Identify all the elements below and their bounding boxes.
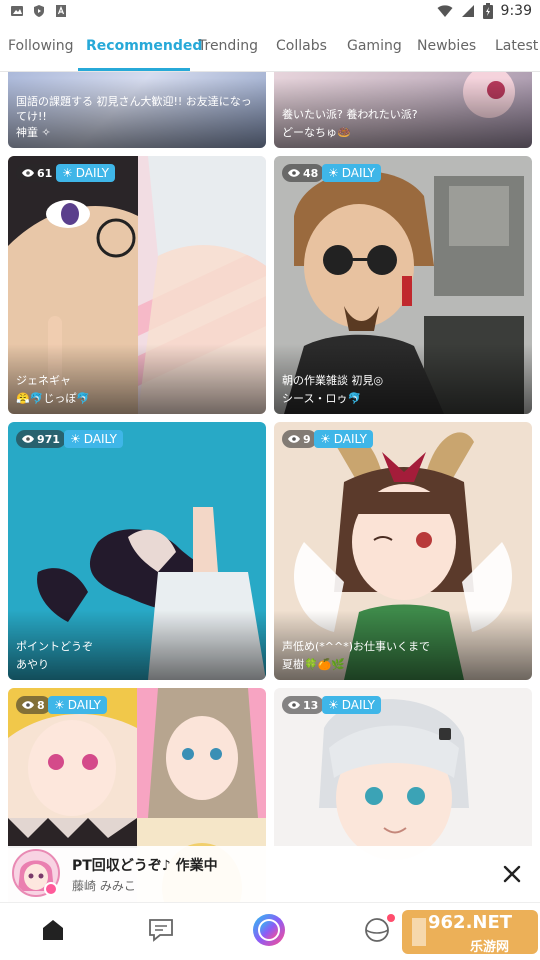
stream-card[interactable]: 国語の課題する 初見さん大歓迎!! お友達になってけ!! 神童 ✧: [8, 72, 266, 148]
viewer-count: 48: [282, 164, 325, 182]
sun-icon: ☀: [328, 166, 339, 180]
stream-card[interactable]: 養いたい派? 養われたい派? どーなちゅ🍩: [274, 72, 532, 148]
nav-live-button[interactable]: [252, 913, 286, 947]
app-notification-icon: [56, 5, 66, 17]
tab-trending[interactable]: Trending: [198, 38, 258, 54]
status-left-icons: [10, 4, 68, 18]
sun-icon: ☀: [70, 432, 81, 446]
tab-gaming[interactable]: Gaming: [347, 38, 402, 54]
notification-dot: [387, 914, 395, 922]
watermark-subtext: 乐游网: [470, 940, 510, 955]
close-icon: [503, 865, 521, 883]
explore-icon: [365, 918, 389, 942]
stream-title: ポイントどうぞ: [16, 640, 93, 653]
daily-label: DAILY: [341, 166, 375, 180]
daily-badge: ☀ DAILY: [48, 696, 107, 714]
stream-title: 国語の課題する 初見さん大歓迎!! お友達になってけ!!: [16, 95, 252, 123]
stream-title: ジェネギャ: [16, 374, 71, 387]
viewer-count-value: 48: [303, 166, 319, 180]
battery-icon: [482, 3, 493, 19]
daily-badge: ☀ DAILY: [64, 430, 123, 448]
message-icon: [149, 919, 173, 942]
eye-icon: [288, 701, 300, 709]
stream-card[interactable]: 61 ☀ DAILY ジェネギャ 😤🐬じっぽ🐬: [8, 156, 266, 414]
sun-icon: ☀: [328, 698, 339, 712]
stream-feed: 国語の課題する 初見さん大歓迎!! お友達になってけ!! 神童 ✧ 養いたい派?…: [0, 72, 540, 902]
status-bar: 9:39: [0, 0, 540, 24]
viewer-count: 13: [282, 696, 325, 714]
stream-title: 声低め(*^^*)お仕事いくまで: [282, 640, 431, 653]
viewer-count: 9: [282, 430, 317, 448]
status-right-icons: 9:39: [437, 3, 532, 19]
daily-badge: ☀ DAILY: [56, 164, 115, 182]
sun-icon: ☀: [62, 166, 73, 180]
nav-messages-button[interactable]: [146, 915, 176, 945]
viewer-count-value: 971: [37, 432, 60, 446]
eye-icon: [22, 435, 34, 443]
streamer-name: どーなちゅ🍩: [282, 126, 351, 139]
tab-recommended[interactable]: Recommended: [86, 38, 202, 54]
streamer-name: 夏樹🍀🍊🌿: [282, 658, 346, 671]
eye-icon: [22, 701, 34, 709]
now-playing-title: PT回収どうぞ♪ 作業中: [72, 858, 218, 874]
daily-label: DAILY: [75, 166, 109, 180]
gallery-notification-icon: [11, 6, 23, 16]
viewer-count-value: 13: [303, 698, 319, 712]
sun-icon: ☀: [320, 432, 331, 446]
viewer-count: 8: [16, 696, 51, 714]
wifi-icon: [437, 5, 453, 17]
clock: 9:39: [500, 3, 532, 19]
live-start-icon: [253, 914, 285, 946]
nav-home-button[interactable]: [38, 915, 68, 945]
streamer-name: あやり: [16, 658, 49, 671]
sun-icon: ☀: [54, 698, 65, 712]
watermark-text: 962.NET: [428, 912, 513, 933]
category-tabs: Following Recommended Trending Collabs G…: [0, 24, 540, 72]
now-playing-streamer: 藤崎 みみこ: [72, 879, 136, 893]
tab-collabs[interactable]: Collabs: [276, 38, 327, 54]
daily-label: DAILY: [83, 432, 117, 446]
daily-badge: ☀ DAILY: [314, 430, 373, 448]
stream-card[interactable]: 971 ☀ DAILY ポイントどうぞ あやり: [8, 422, 266, 680]
eye-icon: [22, 169, 34, 177]
now-playing-bar[interactable]: PT回収どうぞ♪ 作業中 藤崎 みみこ: [0, 846, 540, 902]
daily-badge: ☀ DAILY: [322, 696, 381, 714]
daily-label: DAILY: [67, 698, 101, 712]
eye-icon: [288, 435, 300, 443]
signal-icon: [461, 5, 474, 17]
daily-label: DAILY: [333, 432, 367, 446]
stream-title: 朝の作業雑談 初見◎: [282, 374, 384, 387]
viewer-count: 971: [16, 430, 66, 448]
streamer-name: シース・ロゥ🐬: [282, 392, 362, 405]
home-icon: [43, 920, 63, 940]
stream-card[interactable]: 9 ☀ DAILY 声低め(*^^*)お仕事いくまで 夏樹🍀🍊🌿: [274, 422, 532, 680]
viewer-count-value: 8: [37, 698, 45, 712]
tab-newbies[interactable]: Newbies: [417, 38, 476, 54]
shield-notification-icon: [34, 5, 44, 17]
viewer-count-value: 61: [37, 166, 53, 180]
viewer-count-value: 9: [303, 432, 311, 446]
stream-title: 養いたい派? 養われたい派?: [282, 108, 418, 121]
tab-latest[interactable]: Latest: [495, 38, 538, 54]
tab-following[interactable]: Following: [8, 38, 74, 54]
stream-card[interactable]: 48 ☀ DAILY 朝の作業雑談 初見◎ シース・ロゥ🐬: [274, 156, 532, 414]
active-tab-indicator: [78, 68, 190, 71]
streamer-name: 神童 ✧: [16, 126, 51, 139]
close-now-playing-button[interactable]: [498, 860, 526, 888]
daily-label: DAILY: [341, 698, 375, 712]
live-badge: [44, 882, 58, 896]
daily-badge: ☀ DAILY: [322, 164, 381, 182]
viewer-count: 61: [16, 164, 59, 182]
eye-icon: [288, 169, 300, 177]
streamer-name: 😤🐬じっぽ🐬: [16, 392, 91, 405]
